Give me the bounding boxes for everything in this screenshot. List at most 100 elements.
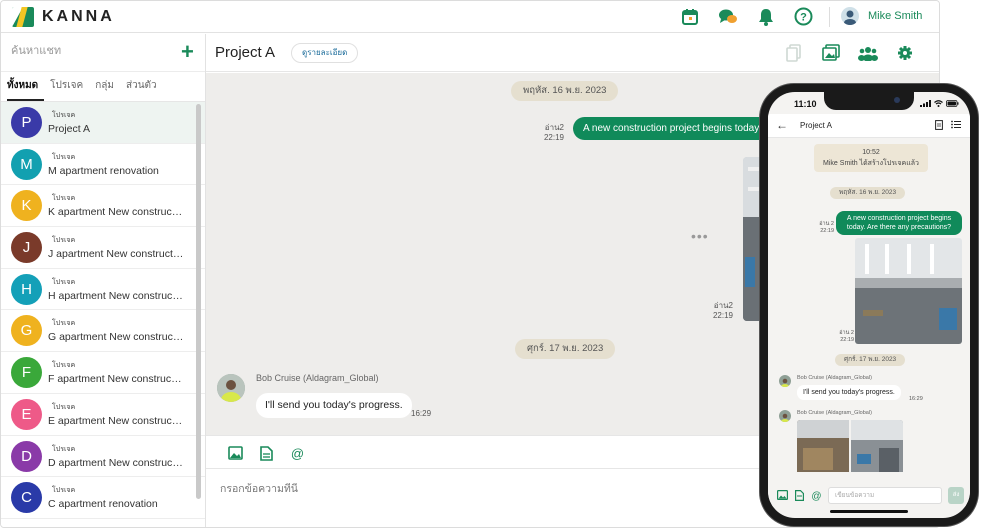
svg-text:@: @ [811, 491, 821, 501]
room-title: Project A [215, 44, 276, 61]
chat-list-item[interactable]: J โปรเจค J apartment New construction [1, 227, 205, 269]
incoming-time: 16:29 [411, 409, 432, 418]
phone-shared-photo[interactable] [855, 238, 962, 344]
phone-sender-name: Bob Cruise (Aldagram_Global) [797, 375, 872, 381]
chat-avatar: M [11, 148, 42, 180]
phone-date-divider: พฤหัส. 16 พ.ย. 2023 [830, 187, 906, 199]
phone-file-icon[interactable] [793, 489, 805, 501]
chat-icon[interactable] [717, 6, 738, 27]
chat-name: Project A [48, 123, 91, 135]
bell-icon[interactable] [755, 6, 776, 27]
logo[interactable]: KANNA [12, 7, 115, 27]
phone-photo-time: 22:19 [840, 337, 854, 343]
date-divider: พฤหัส. 16 พ.ย. 2023 [511, 81, 619, 101]
chat-type-label: โปรเจค [52, 153, 76, 161]
user-avatar [841, 7, 859, 25]
chat-name: E apartment New construction [48, 414, 184, 427]
more-options-icon[interactable]: ••• [691, 228, 709, 244]
mention-icon[interactable]: @ [289, 445, 305, 461]
tab-all[interactable]: ทั้งหมด [7, 78, 45, 101]
chat-list-item[interactable]: G โปรเจค G apartment New construction [1, 310, 205, 353]
gallery-icon[interactable] [821, 43, 841, 63]
photo-meta: อ่าน2 22:19 [705, 301, 733, 321]
system-message-text: Mike Smith ได้สร้างโปรเจคแล้ว [823, 160, 919, 167]
search-row: + [1, 34, 205, 72]
chat-name: C apartment renovation [48, 498, 158, 511]
phone-mention-icon[interactable]: @ [810, 489, 822, 501]
chat-type-label: โปรเจค [52, 278, 76, 286]
battery-icon [946, 100, 959, 107]
chat-avatar: P [11, 107, 42, 138]
calendar-icon[interactable] [679, 6, 700, 27]
chat-name: J apartment New construction [48, 248, 184, 261]
phone-outgoing-message[interactable]: A new construction project begins today.… [836, 211, 962, 235]
add-chat-button[interactable]: + [181, 41, 194, 63]
camera-icon [894, 97, 900, 103]
read-count: อ่าน2 [544, 123, 564, 132]
chat-avatar: C [11, 482, 42, 514]
chat-list-item[interactable]: F โปรเจค F apartment New construction [1, 352, 205, 394]
chat-list-item[interactable]: H โปรเจค H apartment New construction [1, 269, 205, 311]
phone-message-meta: อ่าน 2 22:19 [812, 221, 834, 235]
phone-image-icon[interactable] [776, 489, 788, 501]
chat-name: F apartment New construction [48, 373, 184, 386]
chat-avatar: E [11, 398, 42, 430]
phone-room-title: Project A [800, 121, 833, 130]
phone-photo-meta: อ่าน 2 22:19 [832, 330, 854, 344]
user-name: Mike Smith [868, 10, 923, 22]
chat-list-item[interactable]: P โปรเจค Project A [1, 102, 205, 144]
sender-avatar[interactable] [217, 374, 245, 402]
chat-type-label: โปรเจค [52, 445, 76, 453]
phone-message-area[interactable]: 10:52 Mike Smith ได้สร้างโปรเจคแล้ว พฤหั… [768, 138, 970, 472]
chat-name: K apartment New construction [48, 206, 184, 219]
chat-type-label: โปรเจค [52, 237, 76, 245]
phone-sender-avatar[interactable] [779, 410, 791, 422]
file-upload-icon[interactable] [258, 445, 274, 461]
phone-photo-read: อ่าน 2 [839, 330, 854, 336]
signal-icon [920, 100, 931, 107]
phone-message-input[interactable] [828, 487, 942, 504]
date-divider: ศุกร์. 17 พ.ย. 2023 [515, 339, 616, 359]
members-icon[interactable] [858, 43, 878, 63]
svg-text:?: ? [800, 12, 807, 24]
view-details-button[interactable]: ดูรายละเอียด [291, 43, 359, 63]
files-icon[interactable] [784, 43, 804, 63]
system-message-time: 10:52 [862, 149, 880, 156]
settings-gear-icon[interactable] [895, 43, 915, 63]
phone-incoming-photos[interactable] [797, 420, 903, 472]
incoming-message[interactable]: I'll send you today's progress. [256, 393, 412, 418]
chat-list-scrollbar[interactable] [196, 104, 201, 499]
message-input[interactable] [220, 483, 740, 495]
chat-sidebar: + ทั้งหมด โปรเจค กลุ่ม ส่วนตัว P โปรเจค Pr… [1, 34, 206, 527]
chat-list-item[interactable]: D โปรเจค D apartment New construction [1, 436, 205, 478]
chat-avatar: G [11, 315, 42, 347]
back-arrow-icon[interactable]: ← [776, 118, 788, 132]
phone-incoming-message[interactable]: I'll send you today's progress. [797, 385, 901, 400]
chat-name: D apartment New construction [48, 456, 184, 469]
phone-sender-name: Bob Cruise (Aldagram_Global) [797, 410, 872, 416]
chat-name: H apartment New construction [48, 289, 184, 302]
chat-list-item[interactable]: K โปรเจค K apartment New construction [1, 185, 205, 228]
phone-read-count: อ่าน 2 [819, 221, 834, 227]
phone-date-divider: ศุกร์. 17 พ.ย. 2023 [835, 354, 906, 366]
help-icon[interactable]: ? [793, 6, 814, 27]
menu-list-icon[interactable] [951, 120, 961, 129]
search-input[interactable] [11, 45, 171, 57]
phone-sender-avatar[interactable] [779, 375, 791, 387]
chat-avatar: J [11, 232, 42, 264]
chat-list-item[interactable]: E โปรเจค E apartment New construction [1, 394, 205, 436]
room-header: Project A ดูรายละเอียด [206, 34, 939, 72]
phone-header-icons [935, 120, 961, 130]
chat-tabs: ทั้งหมด โปรเจค กลุ่ม ส่วนตัว [1, 72, 205, 102]
system-message: 10:52 Mike Smith ได้สร้างโปรเจคแล้ว [814, 144, 928, 172]
chat-list-item[interactable]: C โปรเจค C apartment renovation [1, 477, 205, 519]
chat-avatar: D [11, 440, 42, 472]
phone-send-button[interactable]: ส่ง [948, 487, 964, 504]
image-upload-icon[interactable] [227, 445, 243, 461]
tab-personal[interactable]: ส่วนตัว [126, 78, 163, 101]
tab-group[interactable]: กลุ่ม [95, 78, 120, 101]
document-icon[interactable] [935, 120, 943, 130]
tab-project[interactable]: โปรเจค [50, 78, 89, 101]
user-menu[interactable]: Mike Smith [841, 7, 922, 25]
chat-list-item[interactable]: M โปรเจค M apartment renovation [1, 144, 205, 186]
